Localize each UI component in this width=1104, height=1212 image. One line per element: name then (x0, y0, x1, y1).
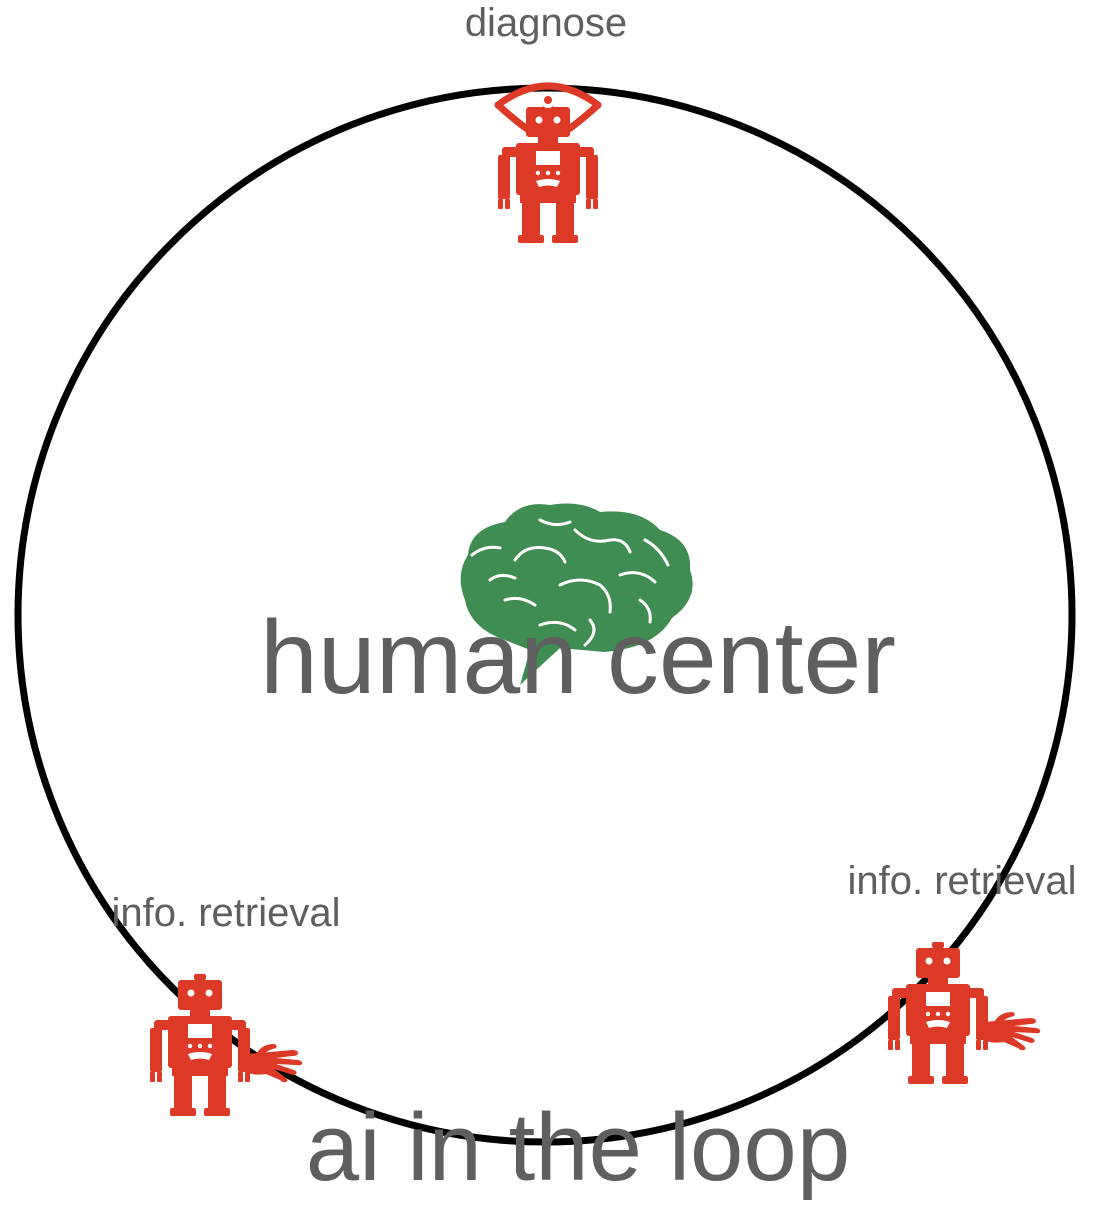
node-retrieval-left-label: info. retrieval (112, 891, 341, 935)
node-diagnose-label: diagnose (465, 1, 627, 45)
ai-in-the-loop-diagram: human center diagnose info. retrieval in… (14, 1, 1077, 1201)
node-diagnose: diagnose (465, 1, 627, 243)
node-retrieval-right: info. retrieval (848, 859, 1077, 1084)
robot-hand-icon (888, 942, 1041, 1084)
robot-eye-icon (498, 86, 598, 243)
loop-label: ai in the loop (306, 1094, 850, 1201)
center-label: human center (260, 600, 896, 716)
node-retrieval-right-label: info. retrieval (848, 859, 1077, 903)
robot-hand-icon (150, 974, 303, 1116)
